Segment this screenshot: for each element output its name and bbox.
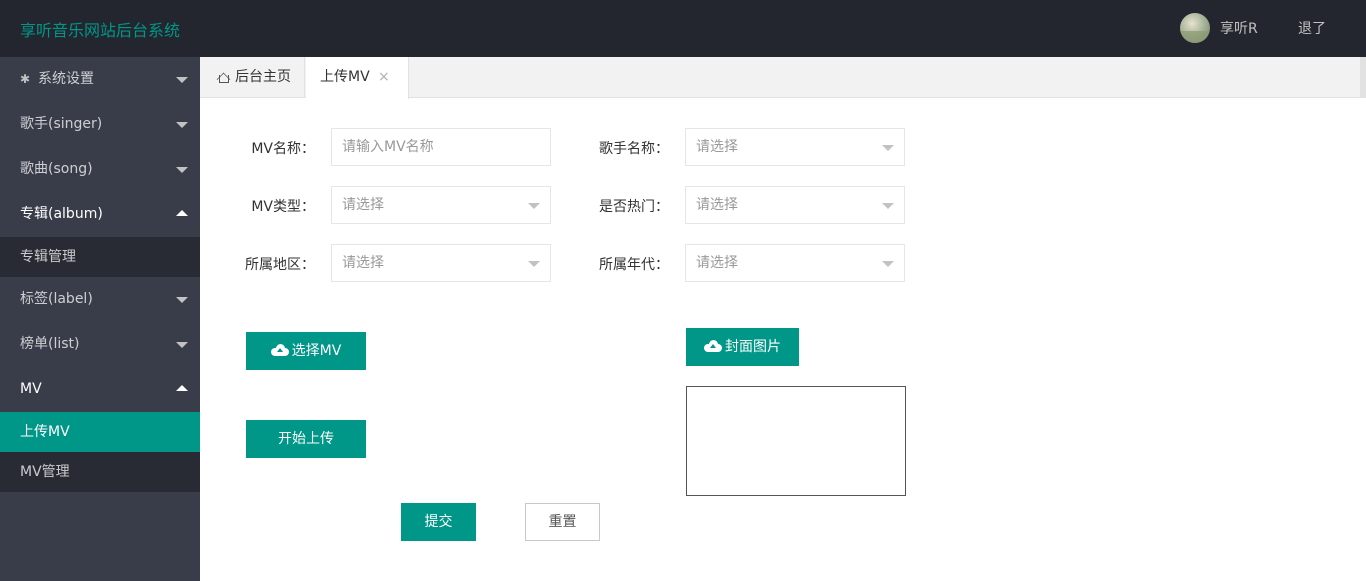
mv-type-select[interactable]: 请选择 <box>331 186 551 224</box>
sidebar-item-label-tags[interactable]: 标签(label) <box>0 277 200 322</box>
tab-bar: 后台主页 上传MV × <box>200 57 1366 99</box>
sidebar-item-song[interactable]: 歌曲(song) <box>0 147 200 192</box>
gear-icon: ✱ <box>20 72 31 86</box>
sidebar-item-label: 标签(label) <box>20 291 93 307</box>
chevron-down-icon <box>176 297 188 303</box>
chevron-down-icon <box>176 77 188 83</box>
brand-title: 享听音乐网站后台系统 <box>20 21 181 40</box>
select-mv-label: 选择MV <box>291 343 342 359</box>
start-upload-button[interactable]: 开始上传 <box>246 420 366 458</box>
cover-preview <box>686 386 906 496</box>
era-select[interactable]: 请选择 <box>685 244 905 282</box>
user-menu[interactable]: 享听R <box>1180 13 1258 43</box>
singer-select[interactable]: 请选择 <box>685 128 905 166</box>
tab-upload-mv[interactable]: 上传MV × <box>306 57 409 99</box>
sidebar-item-album[interactable]: 专辑(album) <box>0 192 200 237</box>
region-select[interactable]: 请选择 <box>331 244 551 282</box>
close-icon[interactable]: × <box>378 57 390 97</box>
hot-label: 是否热门： <box>599 199 669 215</box>
mv-type-label: MV类型： <box>251 199 315 215</box>
cover-image-label: 封面图片 <box>725 339 781 355</box>
top-header: 享听音乐网站后台系统 享听R 退了 <box>0 0 1366 57</box>
sidebar-item-label: MV <box>20 381 42 397</box>
sidebar-item-label: 歌曲(song) <box>20 161 93 177</box>
chevron-down-icon <box>528 261 540 267</box>
sidebar-nav: ✱ 系统设置 歌手(singer) 歌曲(song) 专辑(album) 专辑管理… <box>0 57 200 581</box>
region-select-value: 请选择 <box>342 255 384 271</box>
mv-name-label: MV名称： <box>251 141 315 157</box>
mv-type-select-value: 请选择 <box>342 197 384 213</box>
chevron-down-icon <box>176 122 188 128</box>
chevron-up-icon <box>176 210 188 216</box>
sidebar-subitem-mv-manage[interactable]: MV管理 <box>0 452 200 492</box>
chevron-down-icon <box>882 145 894 151</box>
sidebar-item-singer[interactable]: 歌手(singer) <box>0 102 200 147</box>
avatar[interactable] <box>1180 13 1210 43</box>
cloud-upload-icon <box>270 344 289 356</box>
sidebar-item-label: 歌手(singer) <box>20 116 103 132</box>
chevron-down-icon <box>176 342 188 348</box>
mv-name-input[interactable] <box>331 128 551 166</box>
sidebar-item-list[interactable]: 榜单(list) <box>0 322 200 367</box>
cover-image-button[interactable]: 封面图片 <box>686 328 799 366</box>
tab-home[interactable]: 后台主页 <box>200 57 305 98</box>
tab-label: 上传MV <box>320 69 370 85</box>
logout-link[interactable]: 退了 <box>1298 18 1326 38</box>
chevron-down-icon <box>882 203 894 209</box>
chevron-down-icon <box>528 203 540 209</box>
era-label: 所属年代： <box>599 257 669 273</box>
singer-select-value: 请选择 <box>696 139 738 155</box>
sidebar-item-label: 榜单(list) <box>20 336 80 352</box>
chevron-up-icon <box>176 385 188 391</box>
singer-label: 歌手名称： <box>599 141 669 157</box>
region-label: 所属地区： <box>245 257 315 273</box>
sidebar-item-label: 专辑(album) <box>20 206 103 222</box>
hot-select[interactable]: 请选择 <box>685 186 905 224</box>
cloud-upload-icon <box>704 340 722 352</box>
submit-button[interactable]: 提交 <box>401 503 476 541</box>
sidebar-item-label: 系统设置 <box>38 71 94 87</box>
hot-select-value: 请选择 <box>696 197 738 213</box>
chevron-down-icon <box>882 261 894 267</box>
chevron-down-icon <box>176 167 188 173</box>
tab-scroll-handle[interactable] <box>1360 57 1366 98</box>
home-icon <box>216 70 230 83</box>
sidebar-subitem-upload-mv[interactable]: 上传MV <box>0 412 200 452</box>
tab-label: 后台主页 <box>235 69 291 85</box>
sidebar-item-mv[interactable]: MV <box>0 367 200 412</box>
username[interactable]: 享听R <box>1220 18 1258 38</box>
select-mv-button[interactable]: 选择MV <box>246 332 366 370</box>
sidebar-subitem-album-manage[interactable]: 专辑管理 <box>0 237 200 277</box>
reset-button[interactable]: 重置 <box>525 503 600 541</box>
sidebar-item-system-settings[interactable]: ✱ 系统设置 <box>0 57 200 102</box>
era-select-value: 请选择 <box>696 255 738 271</box>
